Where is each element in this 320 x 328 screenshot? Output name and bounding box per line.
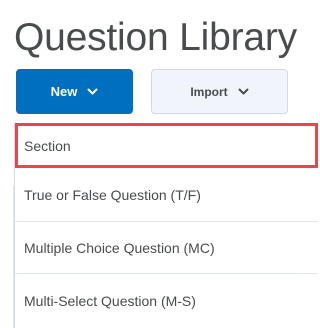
menu-item-label: Multi-Select Question (M-S) (24, 293, 196, 309)
page-left-rail (0, 186, 14, 328)
import-button-label: Import (190, 84, 228, 99)
menu-item-section[interactable]: Section (15, 123, 318, 168)
chevron-down-icon (87, 88, 98, 96)
menu-item-label: Multiple Choice Question (MC) (24, 239, 215, 256)
menu-item-true-false-question[interactable]: True or False Question (T/F) (15, 168, 318, 222)
menu-item-label: True or False Question (T/F) (24, 186, 201, 203)
menu-item-multiple-choice-question[interactable]: Multiple Choice Question (MC) (15, 222, 318, 274)
menu-item-label: Section (24, 137, 71, 154)
import-button[interactable]: Import (151, 69, 288, 114)
chevron-down-icon (238, 88, 249, 96)
new-button[interactable]: New (16, 69, 133, 114)
new-button-label: New (50, 84, 78, 99)
menu-item-multi-select-question[interactable]: Multi-Select Question (M-S) (15, 274, 318, 328)
new-dropdown-menu: Section True or False Question (T/F) Mul… (14, 123, 318, 328)
page-title: Question Library (14, 16, 297, 59)
